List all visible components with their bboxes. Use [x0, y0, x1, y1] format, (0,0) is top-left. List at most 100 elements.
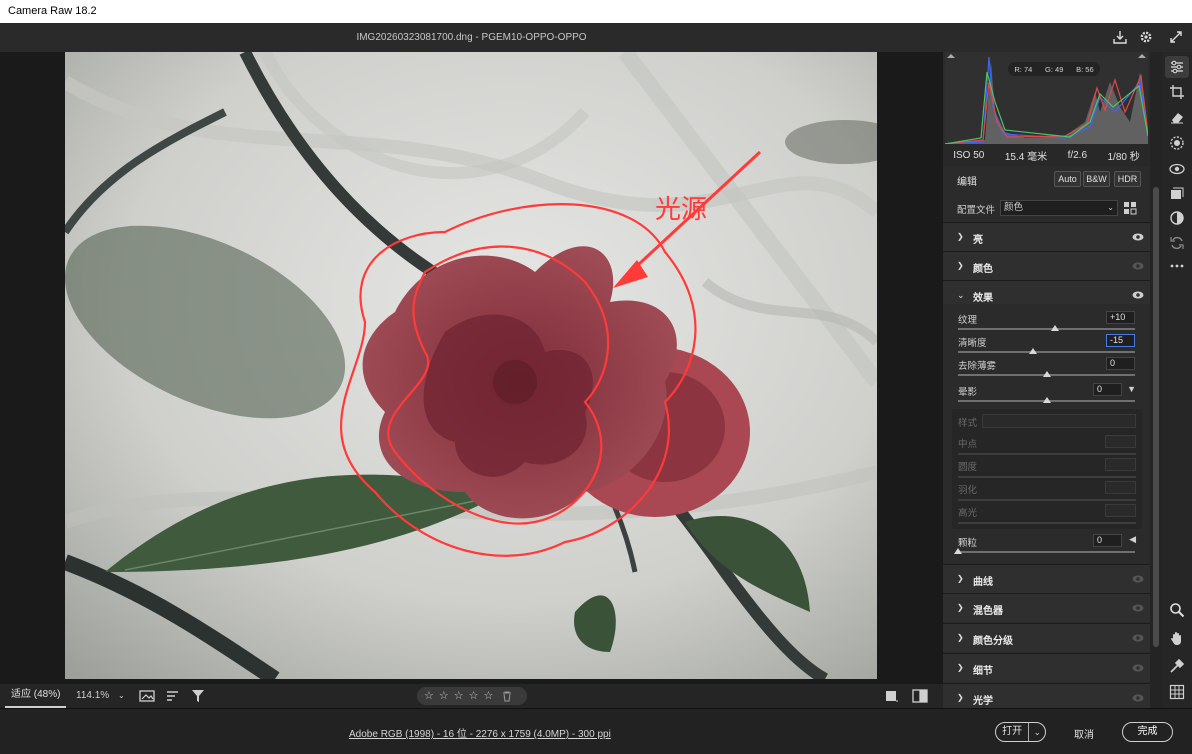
eye-icon[interactable] — [1132, 603, 1144, 613]
eraser-icon[interactable] — [1169, 109, 1185, 125]
texture-label: 纹理 — [958, 315, 978, 326]
grid-icon[interactable] — [1169, 684, 1185, 700]
triangle-left-icon[interactable]: ◀ — [1129, 534, 1136, 545]
save-image-icon[interactable] — [1112, 29, 1128, 45]
fullscreen-icon[interactable] — [1168, 29, 1184, 45]
star-4[interactable]: ☆ — [469, 687, 479, 705]
done-button[interactable]: 完成 — [1122, 722, 1173, 742]
highlights-label: 高光 — [958, 508, 978, 519]
preview-icon[interactable] — [139, 688, 155, 704]
dehaze-slider[interactable]: 去除薄雾 0 — [943, 356, 1150, 380]
green-value: G: 49 — [1045, 64, 1064, 74]
vignette-value[interactable]: 0 — [1093, 383, 1122, 396]
sync-icon[interactable] — [1169, 235, 1185, 251]
section-light-title: 亮 — [973, 235, 983, 246]
before-after-icon[interactable] — [885, 689, 899, 703]
snapshots-icon[interactable] — [1169, 186, 1185, 202]
slider-thumb[interactable] — [1029, 348, 1038, 354]
presets-icon[interactable] — [1169, 210, 1185, 226]
slider-thumb[interactable] — [1042, 397, 1051, 403]
slider-thumb[interactable] — [954, 548, 962, 554]
crop-icon[interactable] — [1169, 84, 1185, 100]
eye-icon[interactable] — [1132, 290, 1144, 300]
open-button[interactable]: 打开 ⌄ — [995, 722, 1046, 742]
midpoint-value — [1105, 435, 1136, 448]
profile-browser-icon[interactable] — [1123, 201, 1137, 215]
image-canvas[interactable]: 光源 — [0, 52, 943, 684]
chevron-down-icon[interactable]: ⌄ — [118, 691, 125, 700]
eye-icon[interactable] — [1132, 693, 1144, 703]
grain-value[interactable]: 0 — [1093, 534, 1122, 547]
grain-slider[interactable]: 颗粒 0 ◀ — [943, 533, 1150, 557]
style-row: 样式 — [952, 414, 1142, 436]
midpoint-row: 中点 — [952, 435, 1142, 457]
split-view-icon[interactable] — [912, 688, 928, 704]
workflow-options-link[interactable]: Adobe RGB (1998) - 16 位 - 2276 x 1759 (4… — [349, 725, 611, 740]
section-optics[interactable]: ❯ 光学 — [943, 683, 1150, 708]
auto-button[interactable]: Auto — [1054, 171, 1081, 187]
highlights-value — [1105, 504, 1136, 517]
star-1[interactable]: ☆ — [424, 687, 434, 705]
chevron-right-icon: ❯ — [957, 574, 964, 583]
trash-icon[interactable] — [502, 691, 512, 702]
section-color[interactable]: ❯ 颜色 — [943, 251, 1150, 280]
eye-icon[interactable] — [1132, 663, 1144, 673]
panel-scrollbar[interactable] — [1150, 52, 1162, 708]
chevron-down-icon[interactable]: ⌄ — [1029, 728, 1045, 737]
filter-icon[interactable] — [190, 688, 206, 704]
zoom-level[interactable]: 114.1% ⌄ — [76, 684, 125, 708]
slider-thumb[interactable] — [1051, 325, 1060, 331]
edit-header: 编辑 Auto B&W HDR — [943, 166, 1150, 192]
edit-panel: R: 74 G: 49 B: 56 ISO 50 15.4 毫米 f/2.6 1… — [943, 52, 1150, 708]
slider-track[interactable] — [958, 328, 1135, 330]
gear-icon[interactable] — [1138, 29, 1154, 45]
red-eye-icon[interactable] — [1169, 161, 1185, 177]
hdr-button[interactable]: HDR — [1114, 171, 1141, 187]
midpoint-label: 中点 — [958, 439, 978, 450]
photo-preview[interactable] — [65, 52, 877, 679]
star-5[interactable]: ☆ — [484, 687, 494, 705]
scrollbar-thumb[interactable] — [1153, 187, 1159, 647]
star-3[interactable]: ☆ — [454, 687, 464, 705]
section-grading[interactable]: ❯ 颜色分级 — [943, 623, 1150, 652]
section-curve[interactable]: ❯ 曲线 — [943, 564, 1150, 593]
section-detail[interactable]: ❯ 细节 — [943, 653, 1150, 682]
sort-icon[interactable] — [165, 688, 181, 704]
top-bar: IMG20260323081700.dng - PGEM10-OPPO-OPPO — [0, 23, 1192, 52]
chevron-right-icon: ❯ — [957, 261, 964, 270]
triangle-icon[interactable]: ▼ — [1127, 384, 1136, 394]
section-detail-title: 细节 — [973, 666, 993, 677]
star-rating[interactable]: ☆ ☆ ☆ ☆ ☆ — [417, 687, 527, 705]
chevron-down-icon: ⌄ — [957, 290, 965, 300]
hand-icon[interactable] — [1169, 630, 1185, 646]
rgb-readout: R: 74 G: 49 B: 56 — [1008, 62, 1100, 76]
cancel-button[interactable]: 取消 — [1074, 726, 1094, 741]
dehaze-value[interactable]: 0 — [1106, 357, 1135, 370]
open-button-label[interactable]: 打开 — [996, 723, 1030, 741]
section-mixer[interactable]: ❯ 混色器 — [943, 593, 1150, 622]
clarity-slider[interactable]: 清晰度 -15 — [943, 333, 1150, 357]
eye-icon[interactable] — [1132, 232, 1144, 242]
star-2[interactable]: ☆ — [439, 687, 449, 705]
more-icon[interactable] — [1169, 258, 1185, 274]
eye-icon[interactable] — [1132, 261, 1144, 271]
zoom-fit-button[interactable]: 适应 (48%) — [5, 684, 67, 708]
eye-icon[interactable] — [1132, 633, 1144, 643]
slider-track[interactable] — [958, 351, 1135, 353]
section-light[interactable]: ❯ 亮 — [943, 222, 1150, 251]
profile-select[interactable]: 颜色 ⌄ — [1000, 200, 1118, 216]
texture-slider[interactable]: 纹理 +10 — [943, 310, 1150, 334]
clarity-value[interactable]: -15 — [1106, 334, 1135, 347]
edit-sliders-icon[interactable] — [1165, 56, 1189, 78]
shutter-speed: 1/80 秒 — [1107, 151, 1140, 163]
vignette-slider[interactable]: 晕影 0 ▼ — [943, 382, 1150, 406]
eyedropper-icon[interactable] — [1169, 658, 1185, 674]
roundness-label: 圆度 — [958, 462, 978, 473]
bw-button[interactable]: B&W — [1083, 171, 1110, 187]
masking-icon[interactable] — [1169, 135, 1185, 151]
eye-icon[interactable] — [1132, 574, 1144, 584]
zoom-icon[interactable] — [1169, 602, 1185, 618]
slider-track[interactable] — [958, 551, 1135, 553]
slider-thumb[interactable] — [1042, 371, 1051, 377]
texture-value[interactable]: +10 — [1106, 311, 1135, 324]
